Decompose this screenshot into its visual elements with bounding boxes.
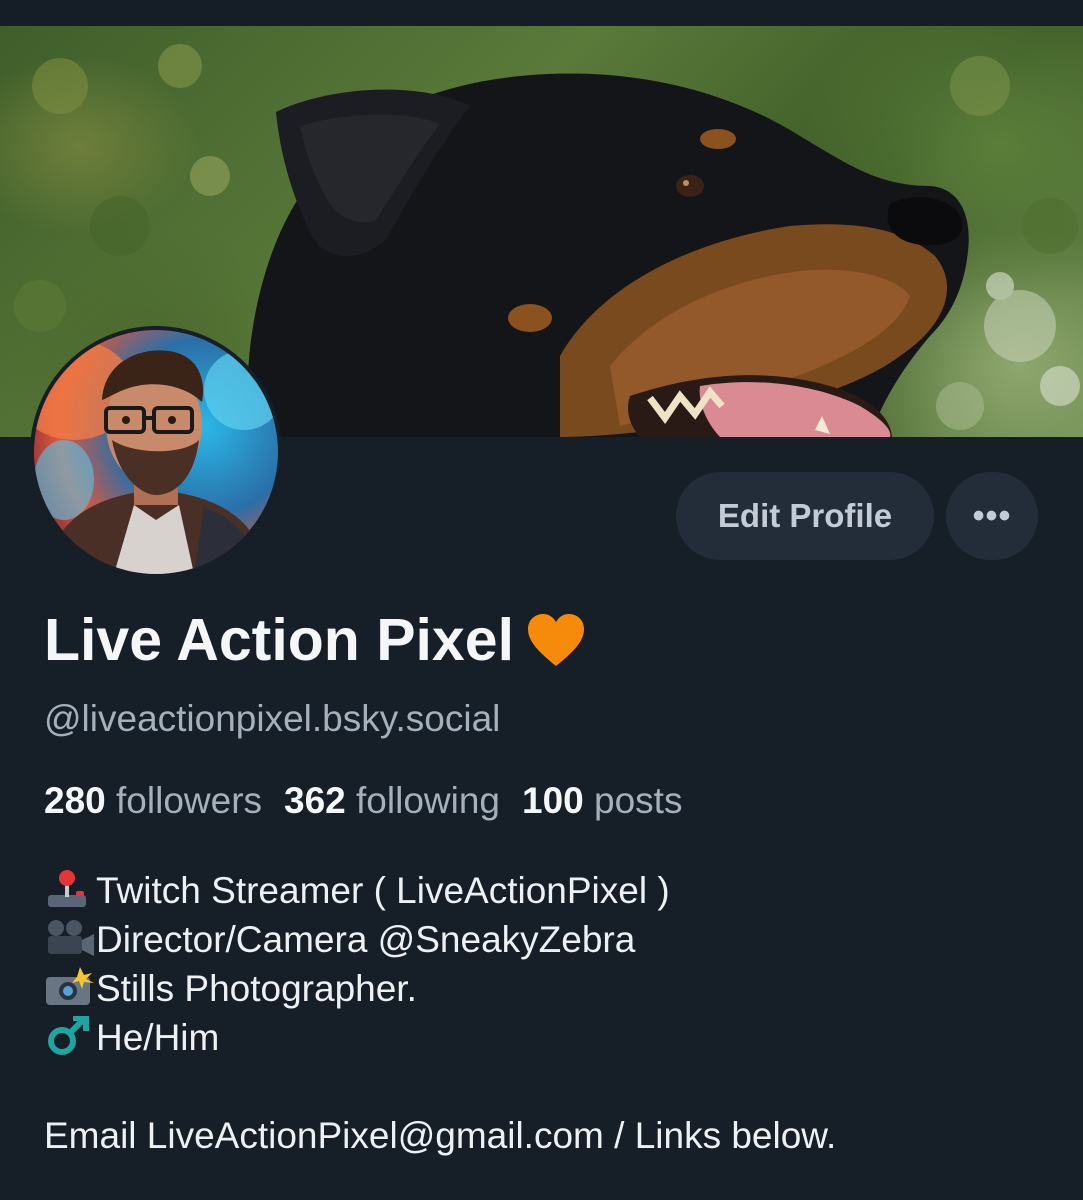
bio-text: Email LiveActionPixel@gmail.com / Links …	[44, 1115, 837, 1156]
followers-stat[interactable]: 280 followers	[44, 780, 262, 821]
following-label: following	[356, 780, 501, 821]
profile-stats: 280 followers 362 following 100 posts	[44, 780, 682, 822]
following-count: 362	[284, 780, 346, 821]
bio-line: Email LiveActionPixel@gmail.com / Links …	[44, 1111, 1044, 1160]
bio-line: Twitch Streamer ( LiveActionPixel )	[44, 866, 1044, 915]
bio-line: Stills Photographer.	[44, 964, 1044, 1013]
camera-flash-icon	[44, 967, 96, 1007]
avatar-photo	[34, 330, 278, 574]
edit-profile-button[interactable]: Edit Profile	[676, 472, 934, 560]
profile-bio: Twitch Streamer ( LiveActionPixel ) Dire…	[44, 866, 1044, 1160]
orange-heart-icon	[526, 612, 586, 682]
display-name-text: Live Action Pixel	[44, 607, 514, 673]
joystick-icon	[44, 869, 96, 909]
avatar[interactable]	[30, 326, 282, 578]
bio-line: He/Him	[44, 1013, 1044, 1062]
male-sign-icon	[44, 1015, 96, 1056]
posts-stat: 100 posts	[522, 780, 682, 821]
followers-label: followers	[116, 780, 263, 821]
top-status-bar	[0, 0, 1083, 26]
profile-display-name: Live Action Pixel	[44, 606, 586, 682]
posts-label: posts	[594, 780, 683, 821]
following-stat[interactable]: 362 following	[284, 780, 500, 821]
movie-camera-icon	[44, 918, 96, 958]
bio-text: Twitch Streamer ( LiveActionPixel )	[96, 870, 670, 911]
bio-text: Director/Camera @SneakyZebra	[96, 919, 636, 960]
profile-handle: @liveactionpixel.bsky.social	[44, 698, 501, 739]
followers-count: 280	[44, 780, 106, 821]
bio-text: He/Him	[96, 1017, 220, 1058]
more-options-button[interactable]: •••	[946, 472, 1038, 560]
bio-spacer	[44, 1062, 1044, 1111]
posts-count: 100	[522, 780, 584, 821]
bio-text: Stills Photographer.	[96, 968, 417, 1009]
bio-line: Director/Camera @SneakyZebra	[44, 915, 1044, 964]
